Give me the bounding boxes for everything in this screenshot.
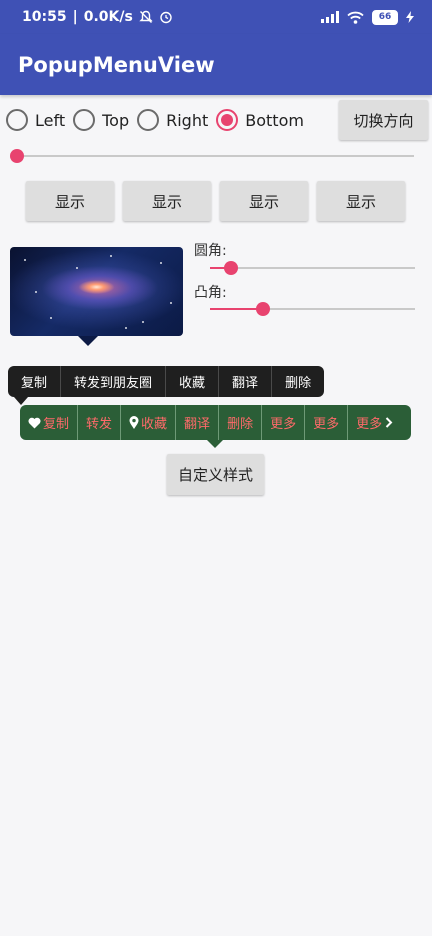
show-button-2[interactable]: 显示 (123, 181, 211, 221)
offset-slider[interactable] (10, 146, 414, 166)
radio-top-label: Top (102, 110, 130, 130)
radio-left-label: Left (35, 110, 66, 130)
green-menu-more-1[interactable]: 更多 (262, 405, 306, 440)
custom-style-button[interactable]: 自定义样式 (167, 454, 264, 495)
status-time: 10:55 (22, 9, 67, 25)
green-menu-delete-label: 删除 (227, 417, 254, 432)
signal-icon (321, 11, 339, 23)
radio-bottom[interactable]: Bottom (216, 109, 304, 131)
dark-menu-delete[interactable]: 删除 (272, 366, 324, 397)
direction-radio-group: Left Top Right Bottom (6, 104, 312, 136)
bell-off-icon (139, 10, 153, 23)
status-bar-left: 10:55 | 0.0K/s (22, 9, 173, 25)
green-menu-favorite-label: 收藏 (141, 417, 168, 432)
radio-left[interactable]: Left (6, 109, 65, 131)
green-menu-more-2-label: 更多 (313, 417, 340, 432)
green-menu-more-1-label: 更多 (270, 417, 297, 432)
green-popup-arrow (207, 440, 223, 448)
offset-slider-track (17, 155, 414, 157)
green-menu-more-2[interactable]: 更多 (305, 405, 349, 440)
green-menu-copy[interactable]: 复制 (20, 405, 79, 440)
corner-radius-slider[interactable] (210, 258, 415, 278)
green-popup-menu: 复制 转发 收藏 翻译 删除 更多 更多 更多 (20, 405, 411, 440)
battery-icon: 66 (372, 9, 398, 25)
switch-direction-button[interactable]: 切换方向 (339, 100, 428, 140)
status-bar: 10:55 | 0.0K/s 66 (0, 0, 432, 34)
offset-slider-thumb[interactable] (10, 149, 24, 163)
dark-menu-forward-moments[interactable]: 转发到朋友圈 (61, 366, 167, 397)
green-menu-translate-label: 翻译 (184, 417, 211, 432)
radio-right-label: Right (166, 110, 209, 130)
heart-icon (28, 417, 41, 428)
chevron-right-icon[interactable] (385, 417, 393, 428)
dark-popup-menu: 复制 转发到朋友圈 收藏 翻译 删除 (8, 366, 325, 397)
wifi-icon (347, 11, 364, 24)
status-bar-right: 66 (321, 9, 414, 25)
dark-menu-favorite[interactable]: 收藏 (166, 366, 220, 397)
green-menu-translate[interactable]: 翻译 (176, 405, 220, 440)
status-network-speed: 0.0K/s (83, 9, 133, 25)
galaxy-image (10, 247, 183, 336)
alarm-clock-icon (160, 11, 172, 24)
radio-bottom-label: Bottom (245, 110, 304, 130)
radio-left-circle[interactable] (6, 109, 28, 131)
dark-menu-copy[interactable]: 复制 (8, 366, 62, 397)
radio-right[interactable]: Right (137, 109, 208, 131)
radio-top[interactable]: Top (73, 109, 129, 131)
dark-popup-arrow (14, 397, 28, 405)
app-bar: PopupMenuView (0, 34, 432, 95)
location-pin-icon (129, 416, 139, 429)
show-button-row: 显示 显示 显示 显示 (26, 181, 405, 221)
status-separator: | (72, 9, 78, 25)
dark-menu-translate[interactable]: 翻译 (219, 366, 273, 397)
corner-radius-slider-thumb[interactable] (223, 261, 238, 275)
green-menu-forward[interactable]: 转发 (78, 405, 122, 440)
radio-right-circle[interactable] (137, 109, 160, 131)
green-menu-more-3-label: 更多 (356, 417, 383, 432)
bulge-slider-fill (210, 308, 264, 310)
show-button-4[interactable]: 显示 (317, 181, 405, 221)
show-button-3[interactable]: 显示 (220, 181, 308, 221)
radio-bottom-circle[interactable] (216, 109, 239, 131)
radio-top-circle[interactable] (73, 109, 96, 131)
bulge-slider[interactable] (210, 299, 415, 319)
green-menu-more-3[interactable]: 更多 (348, 405, 399, 440)
app-title: PopupMenuView (18, 52, 215, 77)
corner-label: 圆角: (194, 243, 227, 259)
green-menu-copy-label: 复制 (43, 417, 70, 432)
charging-bolt-icon (406, 11, 414, 23)
corner-radius-slider-track (210, 267, 415, 269)
green-menu-forward-label: 转发 (86, 417, 113, 432)
galaxy-popup-arrow (78, 336, 98, 346)
bulge-slider-thumb[interactable] (256, 302, 271, 316)
show-button-1[interactable]: 显示 (26, 181, 114, 221)
green-menu-delete[interactable]: 删除 (219, 405, 263, 440)
green-menu-favorite[interactable]: 收藏 (121, 405, 177, 440)
